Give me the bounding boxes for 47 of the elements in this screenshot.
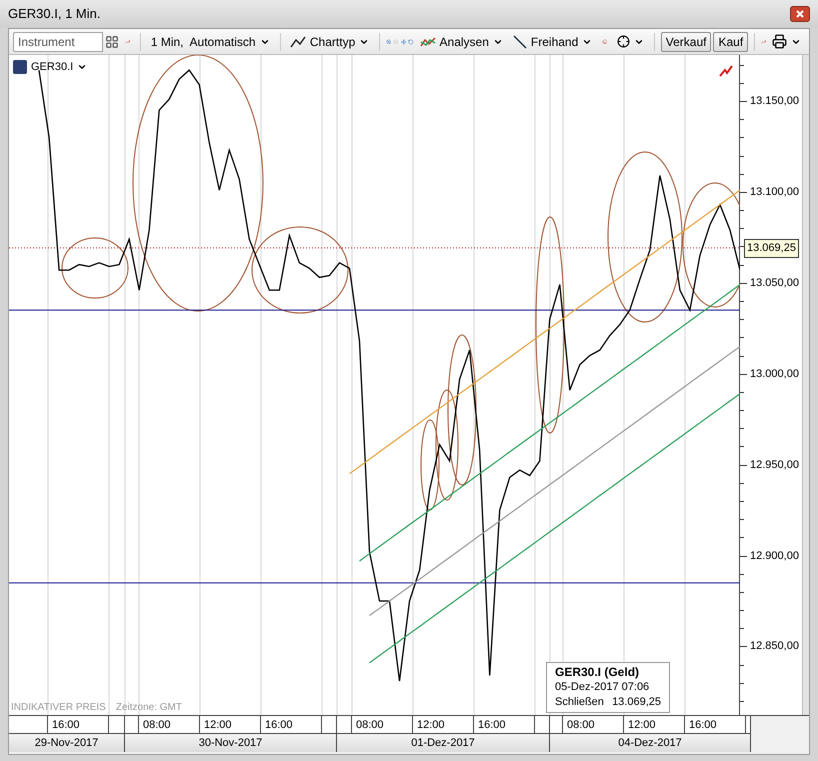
price-label: 12.900,00 [750,548,799,563]
time-label: 16:00 [685,716,746,733]
price-label: 13.150,00 [750,94,799,108]
time-label: 08:00 [563,716,624,733]
close-icon [796,10,804,18]
date-label: 30-Nov-2017 [125,734,336,752]
instrument-badge-icon [13,60,27,74]
time-label: 12:00 [200,716,261,733]
freehand-dropdown[interactable]: Freihand [508,32,596,52]
window-title: GER30.I, 1 Min. [8,5,100,24]
line-tool-icon [512,34,527,48]
close-button[interactable] [790,6,810,22]
time-label: 08:00 [139,716,200,733]
price-label: 13.000,00 [750,366,799,381]
date-label: 29-Nov-2017 [9,734,124,752]
crosshair-icon [617,35,630,48]
info-label: Schließen [555,695,604,710]
info-title: GER30.I (Geld) [555,665,640,680]
info-value: 13.069,25 [612,695,661,710]
chart-type-dropdown[interactable]: Charttyp [286,32,374,52]
analyses-dropdown[interactable]: Analysen [416,32,507,52]
date-label: 01-Dez-2017 [337,734,549,752]
time-label: 16:00 [261,716,322,733]
time-label: 16:00 [48,716,109,733]
trade-button[interactable]: Verkauf [660,32,712,52]
price-label: 12.950,00 [750,458,799,472]
price-label: 13.100,00 [750,184,799,199]
current-price-tag: 13.069,25 [744,239,799,258]
time-label: 08:00 [352,716,413,733]
print-icon [772,34,787,49]
trade-button[interactable]: Kauf [713,32,748,52]
symbol-label[interactable]: GER30.I [31,59,74,76]
info-datetime: 05-Dez-2017 07:06 [555,680,650,695]
list-icon[interactable] [105,34,119,48]
time-label: 12:00 [413,716,474,733]
timezone-label: Zeitzone: GMT [116,701,182,715]
scrollbar[interactable] [802,55,809,715]
line-chart-icon [290,36,306,48]
price-label: 12.850,00 [750,639,799,654]
interval-dropdown[interactable]: 1 Min, Automatisch [146,32,274,52]
date-label: 04-Dez-2017 [550,734,750,752]
indicative-note: INDIKATIVER PREIS [11,701,106,715]
time-label: 12:00 [624,716,685,733]
indicator-icon [420,36,436,48]
time-label: 16:00 [474,716,535,733]
price-label: 13.050,00 [750,276,799,290]
instrument-field[interactable]: Instrument [13,32,103,52]
